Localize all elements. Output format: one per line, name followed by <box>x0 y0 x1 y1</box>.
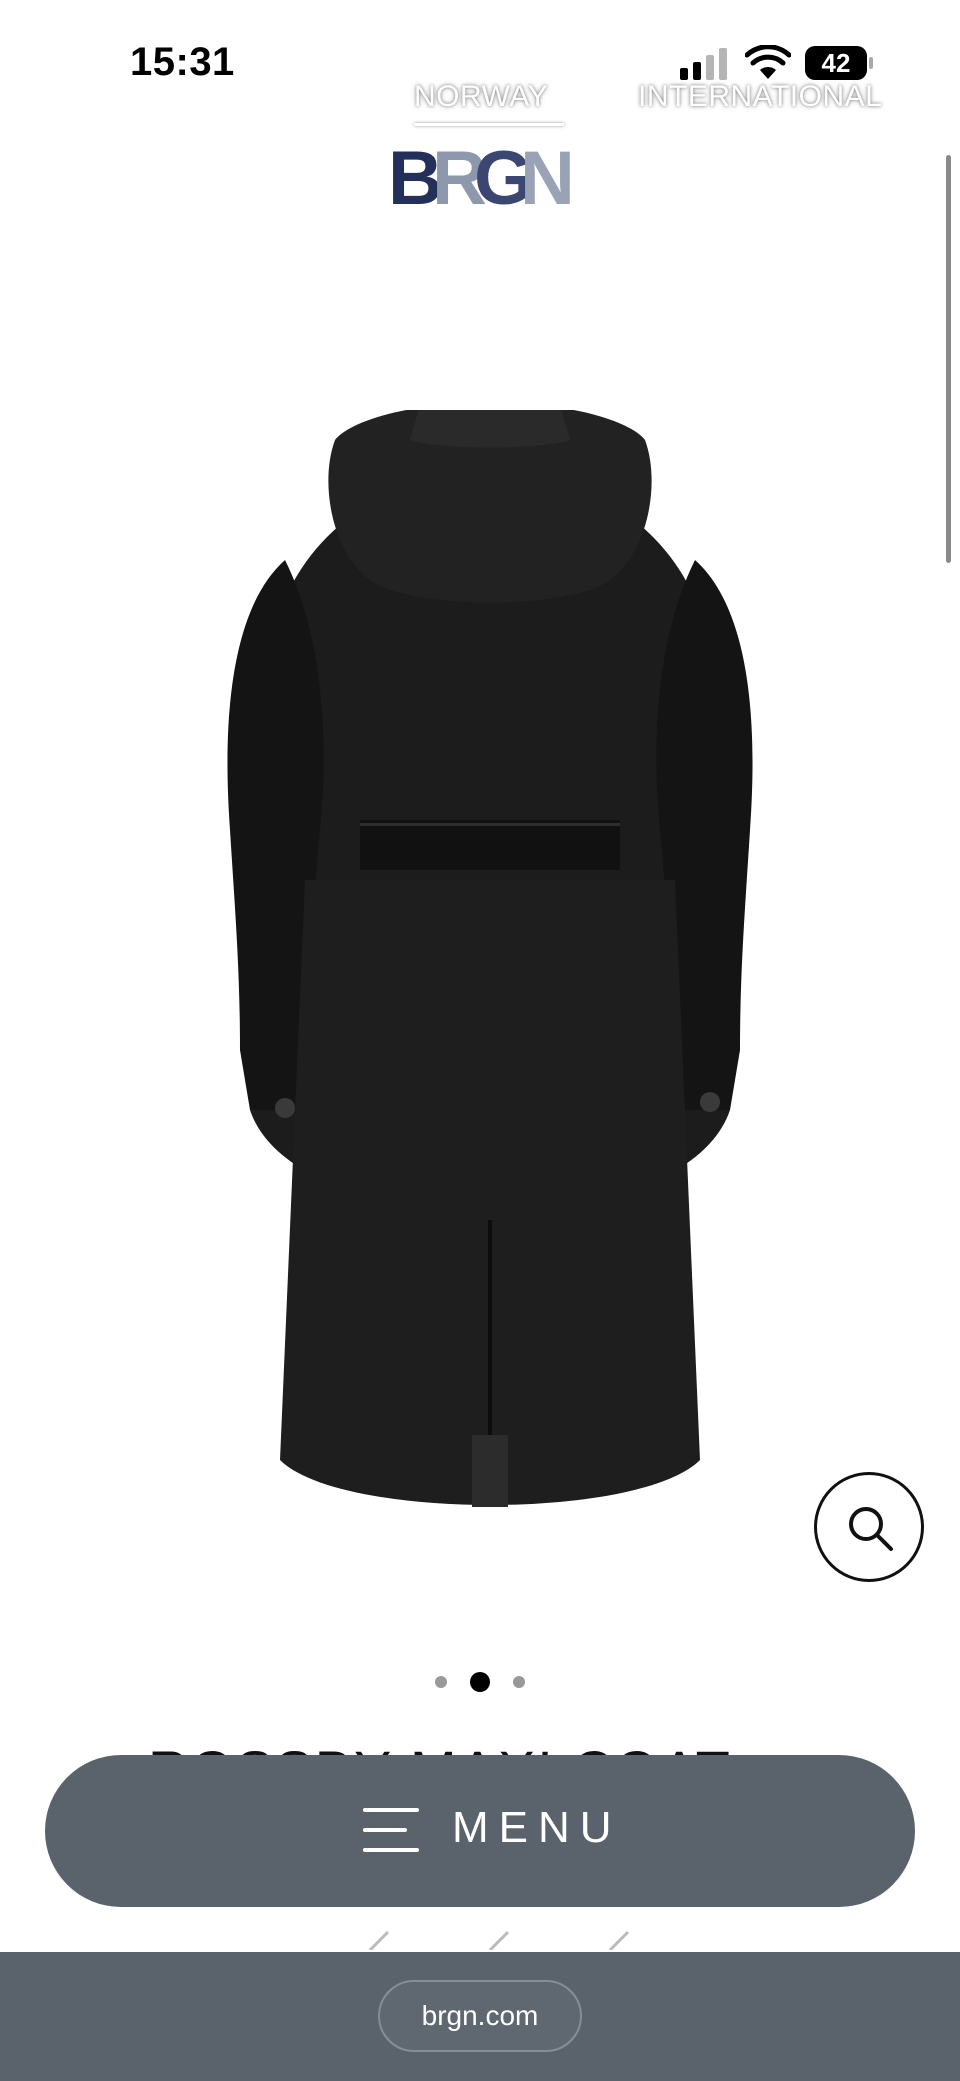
menu-label: MENU <box>452 1803 622 1852</box>
svg-text:N: N <box>520 140 570 212</box>
address-bar[interactable]: brgn.com <box>378 1980 582 2052</box>
region-nav: NORWAY INTERNATIONAL <box>0 80 960 120</box>
brgn-logo[interactable]: B R G N <box>388 140 570 212</box>
zoom-button[interactable] <box>814 1472 924 1582</box>
region-link-international[interactable]: INTERNATIONAL <box>638 80 882 114</box>
browser-toolbar: brgn.com <box>0 1952 960 2081</box>
carousel-dot-1[interactable] <box>435 1676 447 1688</box>
search-icon <box>849 1507 893 1551</box>
page-scrollbar[interactable] <box>946 155 951 563</box>
cellular-signal-icon <box>680 48 727 80</box>
battery-level: 42 <box>805 46 867 80</box>
menu-button[interactable]: MENU <box>45 1755 915 1907</box>
carousel-dot-3[interactable] <box>513 1676 525 1688</box>
hamburger-icon <box>363 1808 419 1852</box>
battery-icon: 42 <box>805 46 873 82</box>
active-region-underline <box>414 123 564 126</box>
partial-content-strip <box>368 1930 630 1950</box>
wifi-icon <box>745 45 791 79</box>
status-time: 15:31 <box>130 40 235 84</box>
region-link-norway[interactable]: NORWAY <box>414 80 548 114</box>
carousel-dots <box>0 1672 960 1692</box>
carousel-dot-2[interactable] <box>470 1672 490 1692</box>
battery-tip <box>869 57 873 69</box>
product-image[interactable] <box>210 410 770 1530</box>
address-bar-url: brgn.com <box>421 2000 539 2031</box>
